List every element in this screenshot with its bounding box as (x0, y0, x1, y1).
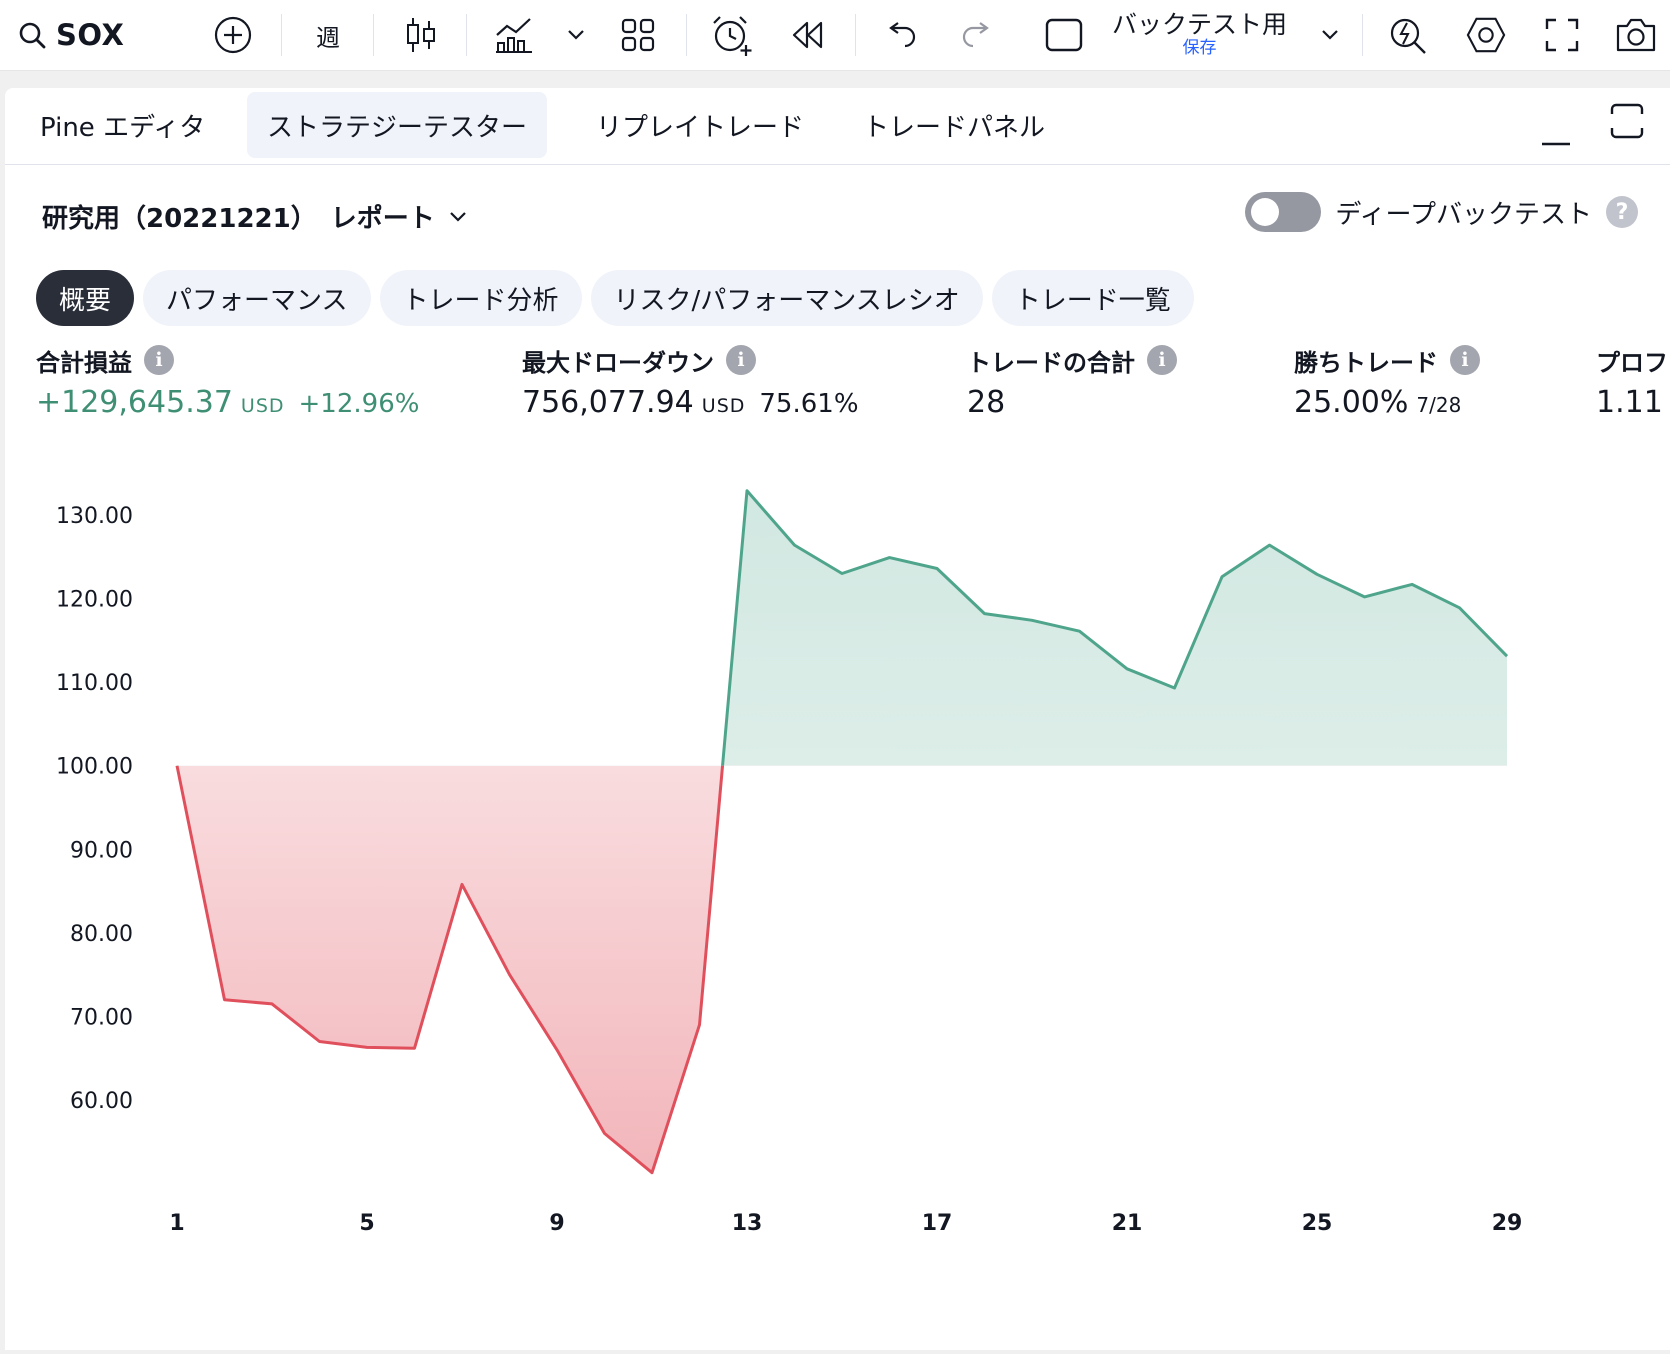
strategy-tester-panel: Pine エディタ ストラテジーテスター リプレイトレード トレードパネル 研究… (5, 88, 1670, 1350)
quick-search-button[interactable] (1388, 0, 1428, 70)
equity-chart-area: 130.00 120.00 110.00 100.00 90.00 80.00 70.00 6… (5, 88, 1670, 1350)
x-axis-tick-label: 17 (922, 1211, 953, 1236)
add-circle-icon (214, 16, 252, 54)
layout-name-label: バックテスト用 (1112, 9, 1288, 39)
redo-icon (962, 22, 989, 48)
interval-button[interactable]: 週 (308, 0, 348, 70)
toolbar-separator (466, 14, 467, 56)
layout-button[interactable] (620, 0, 656, 70)
chevron-down-icon (1322, 30, 1338, 40)
fullscreen-button[interactable] (1544, 0, 1580, 70)
symbol-search[interactable]: SOX (18, 0, 124, 70)
equity-chart[interactable]: 130.00 120.00 110.00 100.00 90.00 80.00 70.00 6… (5, 88, 1670, 1350)
toolbar-separator (281, 14, 282, 56)
settings-hex-icon (1466, 17, 1506, 53)
indicators-button[interactable] (494, 0, 534, 70)
x-axis-tick-label: 1 (169, 1211, 184, 1236)
y-axis-tick-label: 60.00 (70, 1089, 133, 1114)
snapshot-button[interactable] (1614, 0, 1658, 70)
indicators-icon (496, 18, 532, 53)
symbol-name: SOX (56, 18, 125, 52)
y-axis-tick-label: 110.00 (56, 671, 133, 696)
square-icon (1045, 18, 1083, 52)
indicators-menu-button[interactable] (566, 0, 586, 70)
x-axis-tick-label: 5 (359, 1211, 374, 1236)
y-axis-tick-label: 70.00 (70, 1005, 133, 1030)
toolbar-separator (1362, 14, 1363, 56)
x-axis-tick-label: 29 (1492, 1211, 1523, 1236)
alarm-add-icon (713, 16, 752, 56)
alert-button[interactable] (710, 0, 754, 70)
settings-button[interactable] (1466, 0, 1506, 70)
camera-icon (1616, 18, 1656, 52)
redo-button[interactable] (960, 0, 994, 70)
y-axis-tick-label: 80.00 (70, 922, 133, 947)
quick-search-icon (1390, 18, 1426, 54)
x-axis-tick-label: 13 (732, 1211, 763, 1236)
toolbar-separator (855, 14, 856, 56)
compare-symbol-button[interactable] (212, 0, 254, 70)
replay-icon (792, 21, 823, 49)
top-toolbar: SOX 週 バックテスト用 保存 (0, 0, 1670, 71)
x-axis-tick-label: 21 (1112, 1211, 1143, 1236)
x-axis-tick-label: 9 (549, 1211, 564, 1236)
replay-button[interactable] (790, 0, 826, 70)
layout-grid-icon (621, 18, 655, 52)
chevron-down-icon (568, 30, 584, 40)
y-axis-tick-label: 120.00 (56, 588, 133, 613)
undo-button[interactable] (884, 0, 918, 70)
y-axis-tick-label: 100.00 (56, 755, 133, 780)
layout-picker-button[interactable] (1044, 0, 1084, 70)
y-axis-tick-label: 90.00 (70, 838, 133, 863)
toolbar-separator (373, 14, 374, 56)
x-axis-tick-label: 25 (1302, 1211, 1333, 1236)
toolbar-separator (686, 14, 687, 56)
fullscreen-icon (1545, 18, 1579, 52)
layout-menu-button[interactable] (1320, 0, 1340, 70)
candlestick-icon (407, 18, 435, 52)
y-axis-tick-label: 130.00 (56, 504, 133, 529)
layout-save-status: 保存 (1182, 38, 1217, 59)
search-icon (19, 22, 46, 49)
chart-type-button[interactable] (403, 0, 439, 70)
layout-name[interactable]: バックテスト用 保存 (1112, 0, 1287, 70)
undo-icon (889, 22, 916, 48)
